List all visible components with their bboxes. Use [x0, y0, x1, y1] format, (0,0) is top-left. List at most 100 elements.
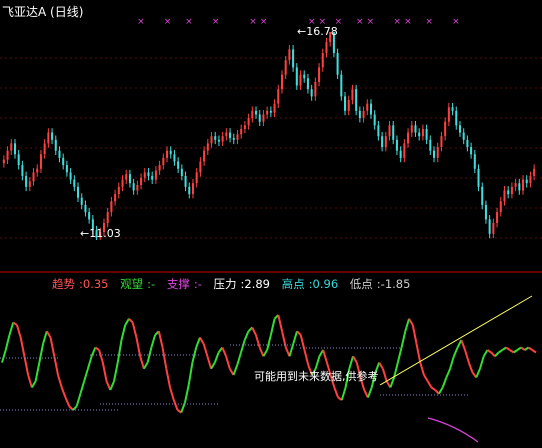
oscillator-segment: [423, 374, 429, 382]
oscillator-segment: [292, 330, 298, 345]
candle-body: [206, 143, 209, 151]
candle-body: [39, 154, 42, 169]
oscillator-segment: [269, 318, 276, 336]
candle-body: [503, 190, 506, 202]
candle-body: [429, 139, 432, 151]
oscillator-segment: [4, 334, 11, 351]
candle-body: [195, 172, 198, 184]
oscillator-segment: [195, 337, 201, 348]
support-label: 支撑: [166, 277, 190, 291]
oscillator-segment: [479, 355, 485, 370]
oscillator-segment: [441, 377, 448, 388]
oscillator-segment: [83, 368, 89, 382]
candle-body: [292, 49, 295, 68]
candle-body: [151, 175, 154, 180]
candle-body: [110, 201, 113, 213]
trend-indicator: 趋势:0.35: [52, 277, 109, 291]
candle-body: [117, 186, 120, 195]
oscillator-segment: [135, 337, 142, 357]
oscillator-segment: [53, 356, 59, 376]
oscillator-segment: [404, 318, 410, 332]
candle-body: [447, 107, 450, 122]
candle-body: [73, 179, 76, 187]
candle-body: [436, 147, 439, 158]
candle-body: [58, 150, 61, 158]
high-label: 高点: [281, 277, 305, 291]
candle-body: [158, 165, 161, 171]
oscillator-segment: [19, 337, 26, 357]
oscillator-segment: [202, 343, 209, 357]
candle-body: [318, 67, 321, 82]
candle-body: [69, 172, 72, 180]
signal-marker: ×: [367, 17, 375, 27]
oscillator-segment: [452, 347, 459, 357]
candle-body: [484, 204, 487, 220]
oscillator-segment: [150, 334, 157, 348]
candle-body: [510, 186, 513, 195]
candle-body: [362, 110, 365, 119]
oscillator-segment: [460, 339, 466, 351]
candle-body: [488, 219, 491, 234]
candle-body: [143, 172, 146, 178]
oscillator-segment: [27, 374, 33, 388]
oscillator-segment: [23, 356, 30, 376]
oscillator-segment: [322, 349, 328, 363]
candle-body: [184, 175, 187, 187]
oscillator-segment: [206, 355, 213, 370]
candle-body: [121, 179, 124, 187]
signal-marker: ×: [185, 17, 193, 27]
candle-body: [88, 212, 91, 220]
oscillator-segment: [281, 331, 287, 348]
oscillator-segment: [72, 405, 78, 411]
candle-body: [525, 179, 528, 184]
oscillator-segment: [475, 368, 481, 378]
candle-body: [325, 42, 328, 53]
candle-body: [377, 125, 380, 137]
oscillator-segment: [161, 347, 168, 369]
candle-body: [84, 204, 87, 213]
low-indicator: 低点:-1.85: [349, 277, 411, 291]
candle-body: [340, 74, 343, 97]
support-value: -: [197, 277, 202, 291]
candle-body: [77, 186, 80, 198]
candle-body: [288, 49, 291, 61]
candle-body: [162, 157, 165, 166]
candle-body: [499, 201, 502, 213]
candle-body: [54, 139, 57, 151]
oscillator-segment: [120, 324, 127, 341]
signal-marker: ×: [212, 17, 220, 27]
candle-body: [203, 150, 206, 162]
candle-body: [384, 136, 387, 148]
candle-body: [21, 165, 24, 176]
candle-body: [373, 114, 376, 126]
candle-body: [533, 168, 536, 176]
oscillator-segment: [258, 347, 265, 357]
oscillator-segment: [225, 355, 231, 370]
candle-body: [180, 168, 183, 176]
min-price-value: 11.03: [89, 227, 121, 240]
oscillator-segment: [38, 343, 45, 363]
candle-body: [217, 139, 220, 142]
candle-body: [425, 128, 428, 140]
candle-body: [106, 212, 109, 223]
oscillator-segment: [340, 387, 347, 401]
signal-marker: ×: [393, 17, 401, 27]
candle-body: [492, 222, 495, 234]
signal-marker: ×: [260, 17, 268, 27]
candle-body: [336, 52, 339, 75]
candle-body: [221, 136, 224, 142]
candle-body: [507, 190, 510, 195]
oscillator-segment: [116, 339, 123, 363]
candle-body: [243, 125, 246, 129]
candle-body: [214, 136, 217, 140]
candle-body: [451, 107, 454, 111]
candle-body: [418, 132, 421, 137]
candle-body: [410, 125, 413, 133]
candle-body: [199, 161, 202, 173]
oscillator-segment: [57, 374, 63, 388]
oscillator-segment: [501, 346, 507, 351]
oscillator-segment: [494, 351, 500, 357]
oscillator-segment: [400, 331, 407, 348]
oscillator-segment: [199, 336, 205, 345]
oscillator-segment: [288, 343, 295, 357]
